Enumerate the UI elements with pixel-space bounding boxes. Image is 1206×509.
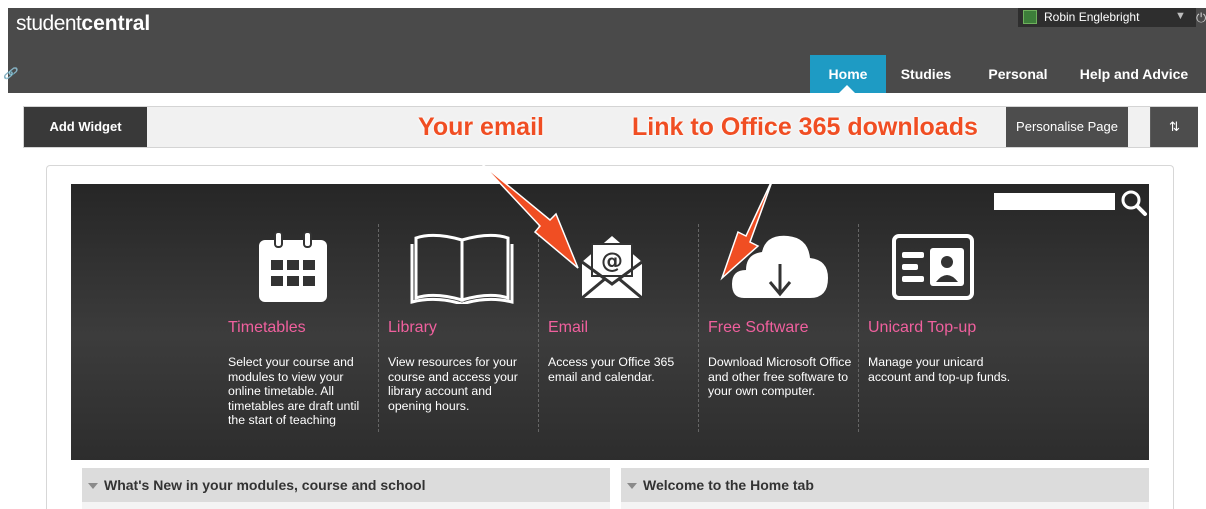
card-email[interactable]: @ Email Access your Office 365 email and…	[548, 224, 698, 444]
add-widget-button[interactable]: Add Widget	[24, 107, 147, 147]
card-title[interactable]: Timetables	[228, 319, 306, 337]
widget-welcome[interactable]: Welcome to the Home tab	[621, 468, 1149, 502]
id-card-icon	[892, 234, 974, 300]
calendar-icon	[259, 231, 327, 302]
logo-text-light: student	[16, 12, 82, 35]
link-icon[interactable]: 🔗	[3, 67, 17, 80]
card-title[interactable]: Library	[388, 319, 437, 337]
tab-personal[interactable]: Personal	[982, 55, 1054, 93]
cloud-download-icon	[732, 235, 828, 298]
card-description: View resources for your course and acces…	[388, 355, 518, 413]
card-description: Manage your unicard account and top-up f…	[868, 355, 1011, 384]
power-icon[interactable]: ⏻	[1196, 10, 1206, 26]
divider	[858, 224, 859, 432]
collapse-triangle-icon[interactable]	[88, 483, 98, 490]
tab-home-label: Home	[828, 66, 868, 82]
annotation-office-365: Link to Office 365 downloads	[632, 113, 978, 141]
annotation-your-email: Your email	[418, 113, 544, 141]
search-icon[interactable]	[1120, 189, 1148, 217]
avatar	[1023, 10, 1037, 24]
logo-text-bold: central	[81, 12, 151, 35]
active-tab-notch	[838, 85, 856, 94]
reorder-icon[interactable]: ⇅	[1150, 107, 1198, 147]
quick-links-panel: Timetables Select your course and module…	[71, 184, 1149, 460]
envelope-icon: @	[581, 236, 643, 300]
personalise-page-button[interactable]: Personalise Page	[1006, 107, 1128, 147]
card-description: Access your Office 365 email and calenda…	[548, 355, 675, 384]
tab-home[interactable]: Home	[810, 55, 886, 94]
widget-toolbar: Add Widget Personalise Page ⇅	[23, 106, 1198, 148]
card-title[interactable]: Free Software	[708, 319, 808, 337]
tab-studies-label: Studies	[900, 66, 952, 82]
divider	[698, 224, 699, 432]
page: studentcentral Robin Englebright ▼ ⏻ Hom…	[0, 0, 1206, 509]
card-timetables[interactable]: Timetables Select your course and module…	[228, 224, 378, 444]
card-library[interactable]: Library View resources for your course a…	[388, 224, 538, 444]
card-title[interactable]: Email	[548, 319, 588, 337]
site-logo[interactable]: studentcentral	[16, 11, 150, 37]
card-free-software[interactable]: Free Software Download Microsoft Office …	[708, 224, 858, 444]
collapse-triangle-icon[interactable]	[627, 483, 637, 490]
card-title[interactable]: Unicard Top-up	[868, 319, 976, 337]
card-unicard[interactable]: Unicard Top-up Manage your unicard accou…	[868, 224, 1018, 444]
widget-whats-new[interactable]: What's New in your modules, course and s…	[82, 468, 610, 502]
book-icon	[410, 233, 514, 304]
tab-help-and-advice[interactable]: Help and Advice	[1074, 55, 1194, 93]
card-description: Select your course and modules to view y…	[228, 355, 360, 427]
tab-studies[interactable]: Studies	[894, 55, 958, 93]
widget-title: Welcome to the Home tab	[643, 477, 814, 493]
user-menu[interactable]: Robin Englebright ▼	[1018, 8, 1196, 27]
divider	[538, 224, 539, 432]
svg-text:@: @	[601, 249, 623, 274]
top-header: studentcentral Robin Englebright ▼ ⏻ Hom…	[8, 8, 1206, 94]
card-description: Download Microsoft Office and other free…	[708, 355, 852, 398]
caret-down-icon[interactable]: ▼	[1175, 10, 1186, 22]
divider	[378, 224, 379, 432]
widget-body	[82, 502, 610, 509]
search-input[interactable]	[994, 193, 1115, 210]
widget-title: What's New in your modules, course and s…	[104, 477, 426, 493]
tab-personal-label: Personal	[988, 66, 1048, 82]
tab-help-label: Help and Advice	[1079, 66, 1189, 82]
widget-body	[621, 502, 1149, 509]
user-name: Robin Englebright	[1044, 10, 1140, 24]
